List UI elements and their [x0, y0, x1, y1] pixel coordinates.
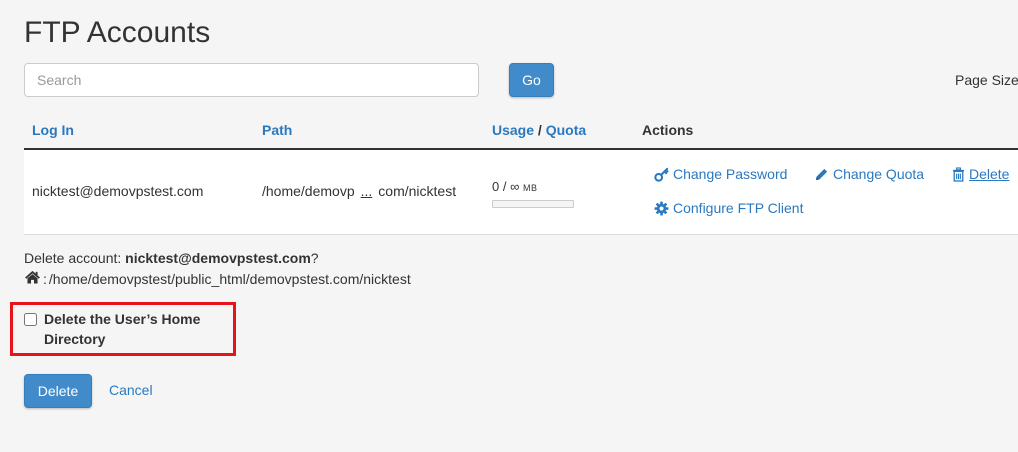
configure-ftp-client-link[interactable]: Configure FTP Client: [654, 200, 803, 216]
sort-quota-link[interactable]: Quota: [546, 122, 586, 138]
delete-account-label: Delete: [969, 166, 1010, 182]
row-path-start: /home/demovp: [262, 183, 355, 199]
home-directory-line: : /home/demovpstest/public_html/demovpst…: [24, 270, 411, 287]
cancel-link[interactable]: Cancel: [109, 382, 153, 398]
page-title: FTP Accounts: [24, 16, 211, 49]
trash-icon: [952, 166, 965, 182]
confirm-delete-button[interactable]: Delete: [24, 374, 92, 408]
sort-path-link[interactable]: Path: [262, 122, 292, 138]
change-password-link[interactable]: Change Password: [654, 166, 787, 182]
change-quota-link[interactable]: Change Quota: [814, 166, 924, 182]
delete-account-link[interactable]: Delete: [952, 166, 1009, 182]
column-header-path[interactable]: Path: [262, 122, 292, 138]
delete-confirm-prefix: Delete account:: [24, 250, 126, 266]
usage-value: 0 / ∞: [492, 179, 520, 194]
row-path-end: com/nicktest: [378, 183, 457, 199]
sort-login-link[interactable]: Log In: [32, 122, 74, 138]
home-path-prefix: :: [43, 270, 47, 287]
page-size-label: Page Size: [955, 72, 1018, 88]
usage-unit: MB: [522, 183, 538, 193]
path-expand-ellipsis[interactable]: ...: [361, 183, 373, 199]
home-directory-path: /home/demovpstest/public_html/demovpstes…: [48, 270, 411, 287]
row-path: /home/demovp... com/nicktest: [262, 183, 456, 199]
configure-ftp-client-label: Configure FTP Client: [673, 200, 804, 216]
row-login: nicktest@demovpstest.com: [32, 183, 204, 199]
gear-icon: [654, 201, 669, 216]
go-button[interactable]: Go: [509, 63, 554, 97]
delete-home-directory-checkbox[interactable]: [24, 313, 37, 326]
row-usage: 0 / ∞ MB: [492, 179, 537, 194]
key-icon: [654, 167, 669, 182]
sort-usage-link[interactable]: Usage: [492, 122, 534, 138]
delete-confirm-account: nicktest@demovpstest.com: [125, 250, 311, 266]
ftp-accounts-page: FTP Accounts Go Page Size Log In Path Us…: [0, 0, 1018, 452]
home-icon: [24, 270, 41, 287]
column-header-login[interactable]: Log In: [32, 122, 74, 138]
column-header-usage-quota: Usage / Quota: [492, 122, 586, 138]
delete-confirm-message: Delete account: nicktest@demovpstest.com…: [24, 250, 319, 266]
delete-home-directory-label[interactable]: Delete the User’s Home Directory: [44, 309, 224, 349]
table-row: nicktest@demovpstest.com /home/demovp...…: [24, 150, 1018, 235]
pencil-icon: [814, 167, 829, 182]
header-separator: /: [537, 122, 542, 138]
change-quota-label: Change Quota: [833, 166, 925, 182]
change-password-label: Change Password: [673, 166, 788, 182]
column-header-actions: Actions: [642, 122, 694, 138]
usage-progress-bar: [492, 200, 574, 208]
delete-confirm-suffix: ?: [310, 250, 319, 266]
search-input[interactable]: [24, 63, 479, 97]
